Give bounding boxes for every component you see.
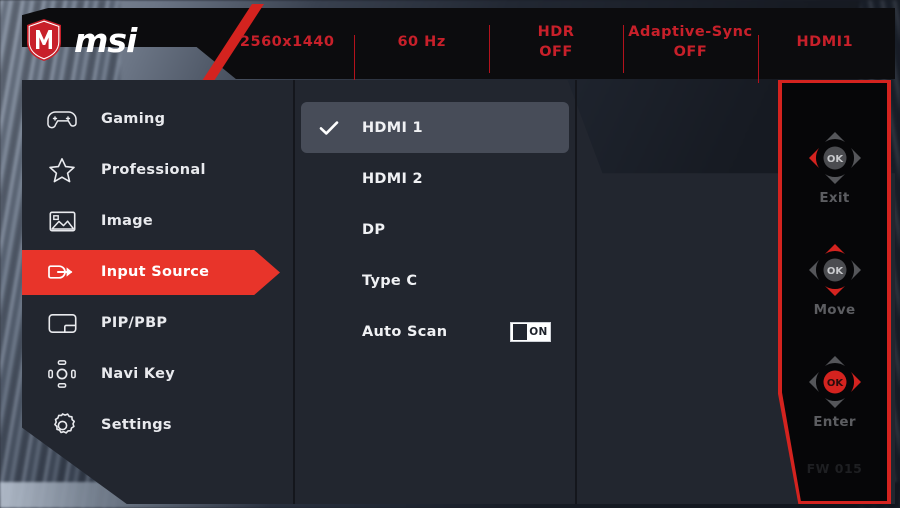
option-label: Auto Scan [362,323,448,340]
nav-hint-label: Enter [813,414,856,430]
toggle-state-label: ON [529,325,548,338]
status-refresh-rate: 60 Hz [354,33,488,83]
nav-hint-panel-inner: OK Exit OK Move OK Enter FW 015 [782,83,887,501]
option-auto-scan[interactable]: Auto Scan ON [301,306,569,357]
nav-hint-panel: OK Exit OK Move OK Enter FW 015 [778,80,891,504]
pip-pbp-icon [45,306,79,340]
svg-text:OK: OK [826,266,844,277]
nav-hint-enter[interactable]: OK Enter [782,353,887,430]
sidebar-item-label: PIP/PBP [101,315,168,331]
option-hdmi-2[interactable]: HDMI 2 [301,153,569,204]
status-input-value: HDMI1 [796,34,854,51]
msi-dragon-shield-icon [27,19,61,61]
sidebar-item-label: Settings [101,417,172,433]
option-label: Type C [362,272,418,289]
navi-key-icon [45,357,79,391]
status-hdr: HDR OFF [488,23,623,74]
status-resolution-value: 2560x1440 [239,34,335,51]
option-label: DP [362,221,386,238]
sidebar-menu: Gaming Professional Image Input Source P… [22,94,293,494]
sidebar-item-gaming[interactable]: Gaming [22,94,293,144]
sidebar-item-label: Gaming [101,111,166,127]
option-label: HDMI 2 [362,170,423,187]
sidebar-item-image[interactable]: Image [22,196,293,246]
option-hdmi-1[interactable]: HDMI 1 [301,102,569,153]
picture-icon [45,204,79,238]
status-refresh-rate-value: 60 Hz [397,34,446,51]
status-adaptive-sync: Adaptive-Sync OFF [623,23,757,74]
sidebar-item-label: Input Source [101,264,210,280]
sidebar-item-label: Navi Key [101,366,176,382]
nav-hint-label: Move [813,302,856,318]
option-label: HDMI 1 [362,119,423,136]
option-type-c[interactable]: Type C [301,255,569,306]
dpad-left-icon: OK [808,132,861,184]
nav-hint-exit[interactable]: OK Exit [782,129,887,206]
star-icon [45,153,79,187]
option-dp[interactable]: DP [301,204,569,255]
panel-divider-left [293,80,295,504]
status-hdr-label: HDR [537,24,575,41]
svg-text:OK: OK [826,154,844,165]
options-list: HDMI 1 HDMI 2 DP Type C Auto Scan ON [301,102,569,357]
dpad-updown-icon: OK [808,244,861,296]
osd-window: msi 2560x1440 60 Hz HDR OFF Adaptive-Syn… [10,4,895,504]
msi-logo: msi [24,18,137,62]
status-hdr-value: OFF [539,44,573,60]
status-resolution: 2560x1440 [220,33,354,53]
toggle-knob [513,323,527,340]
panel-divider-right [575,80,577,504]
osd-root: msi 2560x1440 60 Hz HDR OFF Adaptive-Syn… [0,0,900,508]
nav-hint-move[interactable]: OK Move [782,241,887,318]
input-arrow-icon [45,255,79,289]
status-adaptive-sync-label: Adaptive-Sync [628,24,753,41]
nav-hint-label: Exit [819,190,850,206]
sidebar-item-label: Image [101,213,154,229]
auto-scan-toggle[interactable]: ON [510,321,551,342]
dpad-ok-right-icon: OK [808,356,861,408]
sidebar-item-professional[interactable]: Professional [22,145,293,195]
gamepad-icon [45,102,79,136]
status-input: HDMI1 [757,33,892,83]
status-adaptive-sync-value: OFF [673,44,708,60]
sidebar-item-label: Professional [101,162,206,178]
sidebar-item-pip-pbp[interactable]: PIP/PBP [22,298,293,348]
status-bar: 2560x1440 60 Hz HDR OFF Adaptive-Sync OF… [220,14,892,83]
sidebar-item-navi-key[interactable]: Navi Key [22,349,293,399]
sidebar-item-input-source[interactable]: Input Source [22,247,293,297]
svg-text:OK: OK [826,378,844,389]
firmware-version: FW 015 [806,461,863,476]
msi-wordmark: msi [74,20,137,60]
sidebar-item-settings[interactable]: Settings [22,400,293,450]
gear-icon [45,408,79,442]
check-icon [319,120,341,136]
